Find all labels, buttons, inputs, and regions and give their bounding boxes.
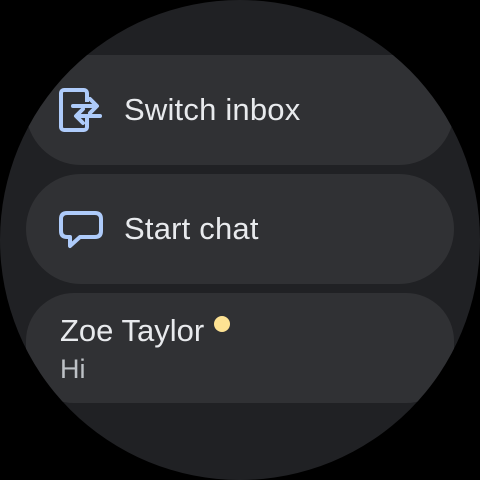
switch-inbox-icon: [56, 85, 106, 135]
unread-indicator: [214, 316, 231, 332]
watch-screen: Switch inbox Start chat Zoe Taylor Hi: [0, 0, 480, 480]
start-chat-label: Start chat: [124, 211, 259, 246]
switch-inbox-label: Switch inbox: [124, 92, 301, 127]
conversation-name: Zoe Taylor: [60, 313, 205, 348]
start-chat-button[interactable]: Start chat: [26, 174, 454, 284]
switch-inbox-button[interactable]: Switch inbox: [26, 55, 454, 165]
conversation-snippet: Hi: [60, 354, 86, 384]
conversation-item[interactable]: Zoe Taylor Hi: [26, 293, 454, 403]
chat-bubble-icon: [56, 204, 106, 254]
watch-face: Switch inbox Start chat Zoe Taylor Hi: [0, 0, 480, 480]
conversation-name-row: Zoe Taylor: [60, 311, 231, 351]
